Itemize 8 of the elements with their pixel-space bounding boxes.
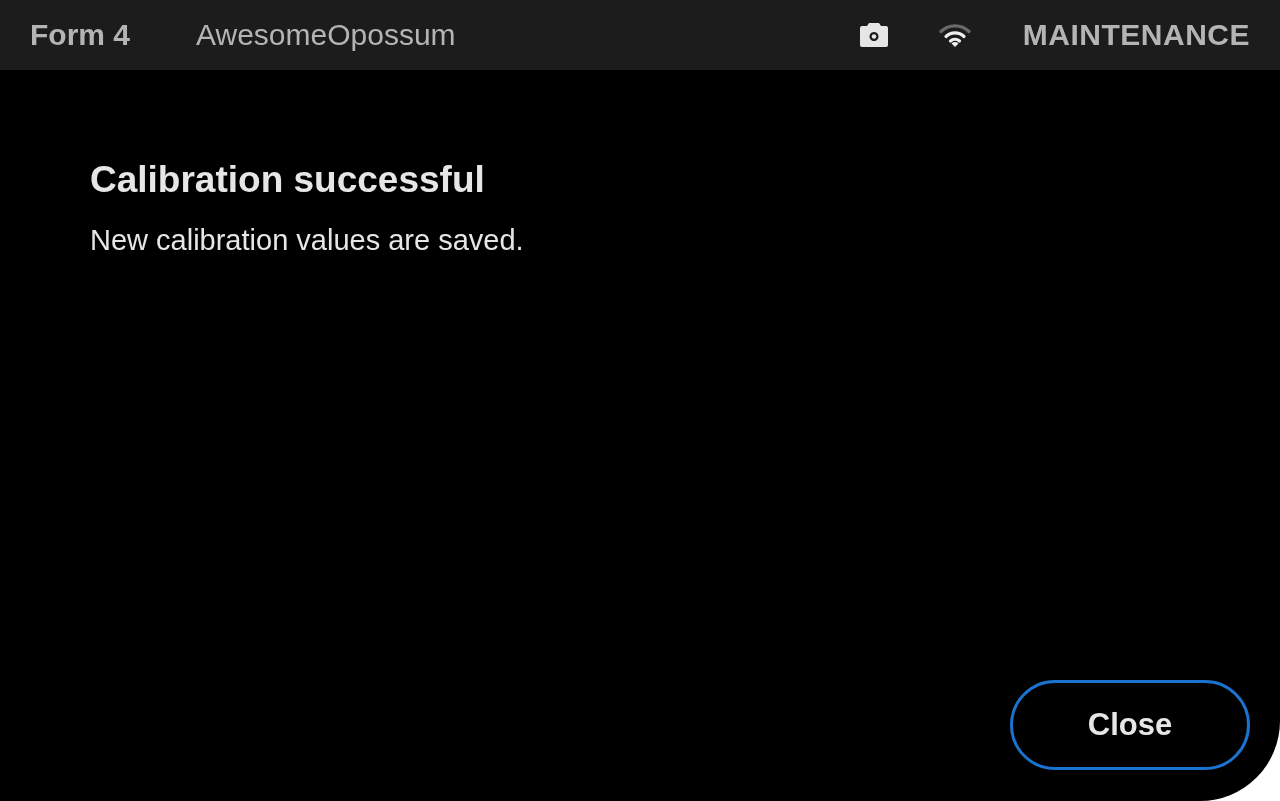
- dialog-message: New calibration values are saved.: [90, 223, 525, 258]
- product-name: Form 4: [30, 20, 131, 50]
- wifi-signal-icon: [938, 23, 971, 47]
- dialog-title: Calibration successful: [90, 158, 486, 202]
- mode-label: MAINTENANCE: [1022, 20, 1250, 50]
- camera-icon[interactable]: [859, 23, 888, 47]
- printer-name: AwesomeOpossum: [196, 20, 456, 50]
- close-button[interactable]: Close: [1010, 680, 1250, 770]
